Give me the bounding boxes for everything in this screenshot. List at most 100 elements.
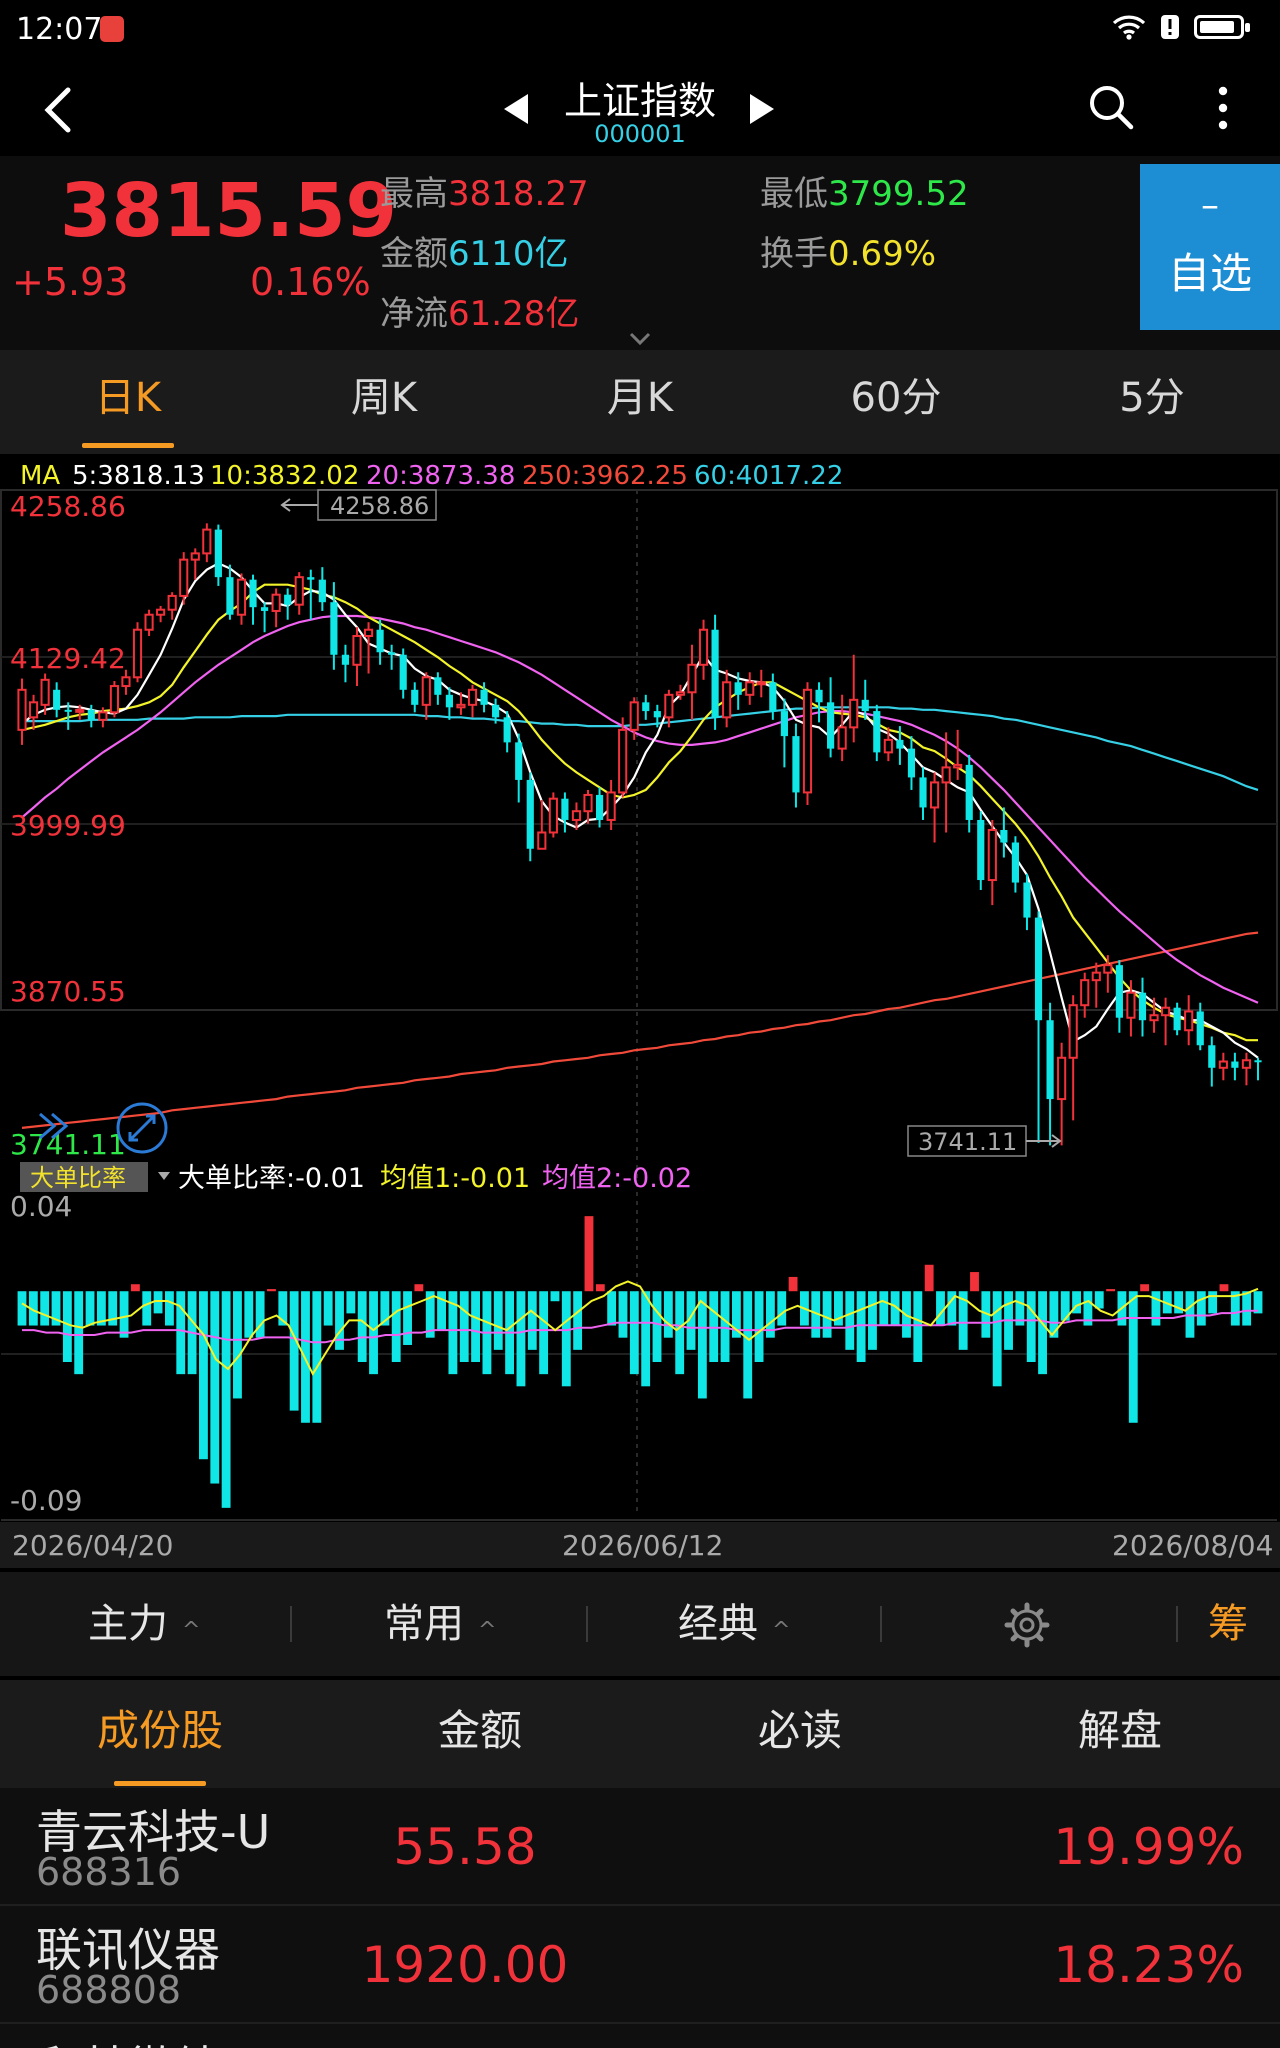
alert-icon xyxy=(1161,15,1179,39)
search-icon[interactable] xyxy=(1088,84,1134,130)
tab-5min[interactable]: 5分 xyxy=(1024,350,1280,454)
next-index-icon[interactable] xyxy=(748,92,776,126)
candle-body xyxy=(1046,1020,1054,1100)
indicator-bottom-label: -0.09 xyxy=(10,1484,82,1517)
candle-body xyxy=(515,742,523,780)
turnover-value: 0.69% xyxy=(828,234,937,274)
candle-body xyxy=(919,777,927,808)
indicator-bar xyxy=(539,1291,549,1375)
candle-body xyxy=(606,791,616,821)
candle xyxy=(618,717,628,798)
candle-body xyxy=(769,682,777,712)
tab-monthly-k[interactable]: 月K xyxy=(512,350,768,454)
kline-chart[interactable]: MA 5:3818.13 10:3832.02 20:3873.38 250:3… xyxy=(0,454,1280,1568)
candle-body xyxy=(363,628,374,637)
candle-body xyxy=(388,652,396,655)
indicator-bar xyxy=(1140,1284,1150,1292)
candle xyxy=(977,811,985,891)
candle-body xyxy=(260,607,269,611)
status-bar: 12:07 xyxy=(0,0,1280,64)
indicator-bar xyxy=(663,1291,673,1338)
candle-body xyxy=(75,708,85,713)
expand-icon[interactable] xyxy=(629,332,651,346)
common-button[interactable]: 常用 ^ xyxy=(384,1572,496,1676)
list-item[interactable]: 联讯仪器 688808 1920.00 18.23% xyxy=(0,1906,1280,2024)
candle-body xyxy=(1011,842,1020,883)
turnover-stat: 换手0.69% xyxy=(760,226,936,275)
caret-up-icon: ^ xyxy=(772,1618,791,1643)
indicator-bar xyxy=(754,1291,764,1362)
ma60-legend: 60:4017.22 xyxy=(694,461,843,491)
candle-body xyxy=(929,781,940,809)
tab-daily-k[interactable]: 日K xyxy=(0,350,256,454)
candle-body xyxy=(1068,1004,1078,1059)
indicator-bar xyxy=(233,1291,242,1399)
current-price: 3815.59 xyxy=(60,168,398,254)
indicator-bar xyxy=(595,1284,605,1292)
tab-60min[interactable]: 60分 xyxy=(768,350,1024,454)
indicator-bar xyxy=(1026,1291,1036,1362)
divider xyxy=(290,1606,292,1642)
list-item[interactable]: 和林微纳 xyxy=(0,2024,1280,2048)
candle-body xyxy=(780,711,788,737)
candle-body xyxy=(537,831,547,850)
candle-body xyxy=(756,681,766,686)
candle-body xyxy=(64,709,72,712)
candle-body xyxy=(965,764,973,820)
y-tick-label: 4129.42 xyxy=(10,642,126,675)
candle xyxy=(132,622,143,683)
candle-body xyxy=(1231,1061,1239,1068)
candle-body xyxy=(53,689,61,710)
candle-body xyxy=(236,578,247,616)
classic-button[interactable]: 经典 ^ xyxy=(678,1572,790,1676)
candle-body xyxy=(953,763,963,769)
candle-body xyxy=(1000,829,1008,843)
tab-weekly-k[interactable]: 周K xyxy=(256,350,512,454)
indicator-select-label: 大单比率 xyxy=(30,1164,126,1192)
indicator-bar xyxy=(743,1291,753,1399)
indicator-bar xyxy=(1151,1291,1161,1326)
add-favorite-button[interactable]: – 自选 xyxy=(1140,164,1280,330)
candle-body xyxy=(294,576,304,606)
tab-analysis[interactable]: 解盘 xyxy=(960,1680,1280,1788)
tab-must-read[interactable]: 必读 xyxy=(640,1680,960,1788)
indicator-avg1: 均值1:-0.01 xyxy=(380,1163,530,1194)
tab-amount[interactable]: 金额 xyxy=(320,1680,640,1788)
period-tabs: 日K 周K 月K 60分 5分 xyxy=(0,350,1280,454)
candle-body xyxy=(595,794,604,820)
amount-stat: 金额6110亿 xyxy=(380,226,569,275)
high-value: 3818.27 xyxy=(448,174,589,214)
list-item[interactable]: 青云科技-U 688316 55.58 19.99% xyxy=(0,1788,1280,1906)
indicator-bar xyxy=(130,1284,140,1292)
candle-body xyxy=(548,797,558,834)
favorite-label: 自选 xyxy=(1167,249,1252,298)
divider xyxy=(586,1606,588,1642)
prev-index-icon[interactable] xyxy=(502,92,530,126)
indicator-top-label: 0.04 xyxy=(10,1190,72,1223)
stock-list: 青云科技-U 688316 55.58 19.99% 联讯仪器 688808 1… xyxy=(0,1788,1280,2048)
stock-name: 和林微纳 xyxy=(36,2032,220,2048)
candle-body xyxy=(629,701,639,731)
min-marker-label: 3741.11 xyxy=(918,1128,1017,1156)
indicator-bar xyxy=(561,1291,571,1387)
y-tick-label: 4258.86 xyxy=(10,490,126,523)
chip-distribution-button[interactable]: 筹 xyxy=(1208,1572,1248,1676)
tab-constituents[interactable]: 成份股 xyxy=(0,1680,320,1788)
candle xyxy=(548,792,558,838)
main-force-button[interactable]: 主力 ^ xyxy=(88,1572,200,1676)
candle-body xyxy=(675,691,686,696)
indicator-bar xyxy=(675,1291,685,1375)
kline-chart-area[interactable]: MA 5:3818.13 10:3832.02 20:3873.38 250:3… xyxy=(0,454,1280,1568)
back-icon[interactable] xyxy=(40,86,74,134)
indicator-bar xyxy=(17,1291,27,1326)
index-code: 000001 xyxy=(594,120,686,148)
y-tick-label: 3870.55 xyxy=(10,975,126,1008)
indicator-value: 大单比率:-0.01 xyxy=(178,1163,365,1194)
candle-body xyxy=(132,628,143,679)
netflow-stat: 净流61.28亿 xyxy=(380,286,579,335)
gear-icon[interactable] xyxy=(1004,1602,1050,1648)
indicator-bar xyxy=(856,1291,866,1362)
indicator-bar xyxy=(868,1291,877,1350)
indicator-bar xyxy=(471,1291,481,1362)
more-icon[interactable] xyxy=(1218,86,1228,130)
